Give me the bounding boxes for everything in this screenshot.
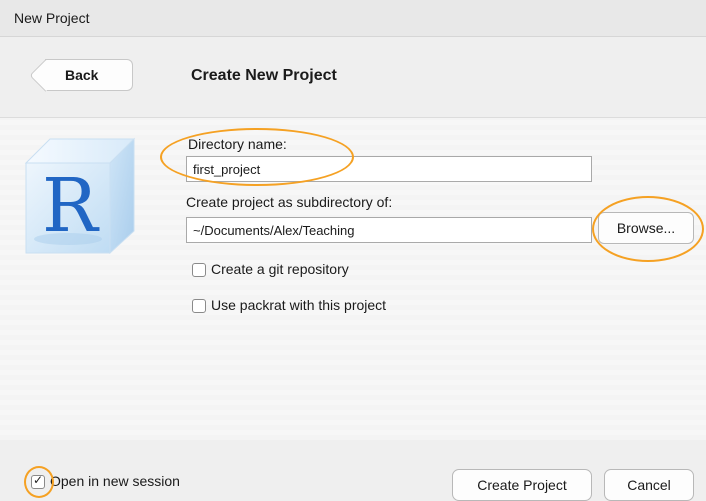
back-button-label: Back [65,67,99,83]
browse-button[interactable]: Browse... [598,212,694,244]
page-heading: Create New Project [191,67,337,84]
git-repo-checkbox[interactable] [192,263,206,277]
subdirectory-input[interactable] [186,217,592,243]
dialog-footer [0,440,706,501]
git-repo-label: Create a git repository [211,261,349,277]
cancel-button[interactable]: Cancel [604,469,694,501]
title-bar: New Project [0,0,706,37]
back-button[interactable]: Back [45,59,133,91]
r-logo-icon: R [24,137,136,255]
open-new-session-label: Open in new session [50,473,180,489]
packrat-checkbox[interactable] [192,299,206,313]
directory-name-input[interactable] [186,156,592,182]
create-project-button[interactable]: Create Project [452,469,592,501]
subdirectory-label: Create project as subdirectory of: [186,194,393,210]
r-logo-letter: R [42,163,100,249]
packrat-label: Use packrat with this project [211,297,387,313]
window-title: New Project [14,10,90,26]
wizard-header: Back Create New Project [0,37,706,118]
new-project-dialog: New Project Back Create New Project R Di… [0,0,706,501]
directory-name-label: Directory name: [188,136,287,152]
open-new-session-checkbox[interactable] [31,473,45,489]
